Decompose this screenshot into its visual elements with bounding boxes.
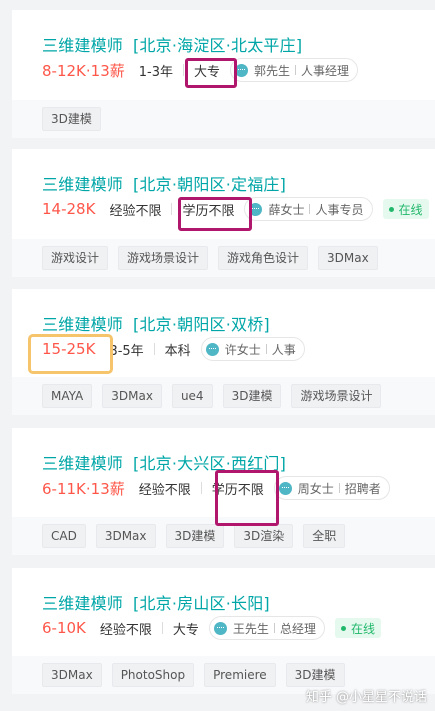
recruiter-chip[interactable]: 许女士 人事 <box>200 337 305 361</box>
chat-bubble-icon <box>235 63 248 77</box>
skill-tag[interactable]: 3DMax <box>318 246 378 270</box>
experience: 经验不限 <box>99 622 152 638</box>
chat-bubble-icon <box>205 342 219 356</box>
skill-tag[interactable]: MAYA <box>42 384 93 408</box>
education: 学历不限 <box>182 203 235 219</box>
job-title[interactable]: 三维建模师 [北京·房山区·长阳] <box>42 590 270 614</box>
divider <box>153 343 155 355</box>
tag-bar: 3D建模 <box>12 100 435 138</box>
recruiter-name: 许女士 <box>224 342 261 357</box>
experience: 经验不限 <box>138 482 191 498</box>
job-name: 三维建模师 <box>42 315 124 334</box>
skill-tag[interactable]: 3DMax <box>95 524 156 548</box>
skill-tag[interactable]: 3D建模 <box>165 524 225 548</box>
skill-tag[interactable]: 3DMax <box>42 663 102 687</box>
skill-tag[interactable]: 3D建模 <box>222 384 282 408</box>
skill-tag[interactable]: 3D建模 <box>42 107 101 131</box>
job-card[interactable]: 三维建模师 [北京·朝阳区·双桥] 15-25K 3-5年 本科 许女士 人事 M… <box>12 289 435 415</box>
skill-tag[interactable]: ue4 <box>171 384 213 408</box>
skill-tag[interactable]: 3D渲染 <box>234 524 294 548</box>
recruiter-name: 王先生 <box>232 621 269 636</box>
job-name: 三维建模师 <box>42 175 124 194</box>
job-info: 14-28K 经验不限 学历不限 薛女士 人事专员 在线 <box>42 197 429 221</box>
chat-bubble-icon <box>249 202 263 216</box>
skill-tag[interactable]: 3DMax <box>102 384 162 408</box>
job-card[interactable]: 三维建模师 [北京·大兴区·西红门] 6-11K·13薪 经验不限 学历不限 周女… <box>12 428 435 555</box>
job-card[interactable]: 三维建模师 [北京·海淀区·北太平庄] 8-12K·13薪 1-3年 大专 郭先生… <box>12 10 435 138</box>
tag-bar: 游戏设计 游戏场景设计 游戏角色设计 3DMax <box>12 239 435 277</box>
divider <box>182 64 184 76</box>
skill-tag[interactable]: 全职 <box>303 524 346 548</box>
online-dot-icon <box>340 625 346 631</box>
job-location: [北京·朝阳区·定福庄] <box>133 175 287 194</box>
job-name: 三维建模师 <box>42 594 124 613</box>
job-card[interactable]: 三维建模师 [北京·房山区·长阳] 6-10K 经验不限 大专 王先生 总经理 在… <box>12 568 435 694</box>
skill-tag[interactable]: Premiere <box>204 663 276 687</box>
job-title[interactable]: 三维建模师 [北京·大兴区·西红门] <box>42 450 286 474</box>
job-title[interactable]: 三维建模师 [北京·海淀区·北太平庄] <box>42 32 302 56</box>
watermark: 知乎 @小星星不说话 <box>305 690 427 705</box>
job-info: 6-11K·13薪 经验不限 学历不限 周女士 招聘者 <box>42 476 390 500</box>
skill-tag[interactable]: 游戏场景设计 <box>118 246 209 270</box>
recruiter-role: 人事 <box>271 342 296 357</box>
recruiter-role: 人事经理 <box>301 63 350 78</box>
recruiter-chip[interactable]: 周女士 招聘者 <box>273 476 390 500</box>
job-location: [北京·大兴区·西红门] <box>133 454 287 473</box>
divider <box>200 482 202 494</box>
recruiter-role: 招聘者 <box>344 481 381 496</box>
skill-tag[interactable]: 游戏设计 <box>42 246 109 270</box>
experience: 1-3年 <box>138 64 173 80</box>
job-location: [北京·房山区·长阳] <box>133 594 270 613</box>
divider <box>161 622 163 634</box>
education: 本科 <box>164 343 191 359</box>
salary: 14-28K <box>42 200 96 218</box>
job-card[interactable]: 三维建模师 [北京·朝阳区·定福庄] 14-28K 经验不限 学历不限 薛女士 人… <box>12 149 435 277</box>
job-location: [北京·海淀区·北太平庄] <box>133 36 303 55</box>
job-name: 三维建模师 <box>42 36 124 55</box>
recruiter-role: 人事专员 <box>315 202 364 217</box>
job-info: 8-12K·13薪 1-3年 大专 郭先生 人事经理 <box>42 58 359 82</box>
job-name: 三维建模师 <box>42 454 124 473</box>
skill-tag[interactable]: 3D建模 <box>285 663 345 687</box>
chat-bubble-icon <box>213 621 227 635</box>
recruiter-role: 总经理 <box>279 621 316 636</box>
skill-tag[interactable]: PhotoShop <box>111 663 195 687</box>
job-title[interactable]: 三维建模师 [北京·朝阳区·双桥] <box>42 311 270 335</box>
job-info: 15-25K 3-5年 本科 许女士 人事 <box>42 337 305 361</box>
recruiter-name: 薛女士 <box>268 202 305 217</box>
recruiter-chip[interactable]: 薛女士 人事专员 <box>244 197 373 221</box>
job-title[interactable]: 三维建模师 [北京·朝阳区·定福庄] <box>42 171 286 195</box>
experience: 经验不限 <box>109 203 162 219</box>
salary: 6-11K·13薪 <box>42 479 125 498</box>
job-location: [北京·朝阳区·双桥] <box>133 315 270 334</box>
tag-bar: MAYA 3DMax ue4 3D建模 游戏场景设计 <box>12 377 435 415</box>
salary: 6-10K <box>42 619 86 637</box>
recruiter-chip[interactable]: 王先生 总经理 <box>208 616 325 640</box>
education: 大专 <box>172 622 199 638</box>
tag-bar: CAD 3DMax 3D建模 3D渲染 全职 <box>12 517 435 555</box>
education: 学历不限 <box>211 482 264 498</box>
recruiter-chip[interactable]: 郭先生 人事经理 <box>230 58 359 82</box>
recruiter-name: 郭先生 <box>254 63 291 78</box>
experience: 3-5年 <box>109 343 144 359</box>
divider <box>171 203 173 215</box>
salary: 15-25K <box>42 340 96 358</box>
education: 大专 <box>193 64 220 80</box>
recruiter-name: 周女士 <box>297 481 334 496</box>
online-badge: 在线 <box>382 199 429 219</box>
skill-tag[interactable]: 游戏角色设计 <box>218 246 309 270</box>
skill-tag[interactable]: 游戏场景设计 <box>291 384 382 408</box>
online-dot-icon <box>388 206 394 212</box>
chat-bubble-icon <box>278 481 292 495</box>
skill-tag[interactable]: CAD <box>42 524 86 548</box>
salary: 8-12K·13薪 <box>42 61 125 80</box>
online-badge: 在线 <box>334 618 381 638</box>
job-info: 6-10K 经验不限 大专 王先生 总经理 在线 <box>42 616 381 640</box>
